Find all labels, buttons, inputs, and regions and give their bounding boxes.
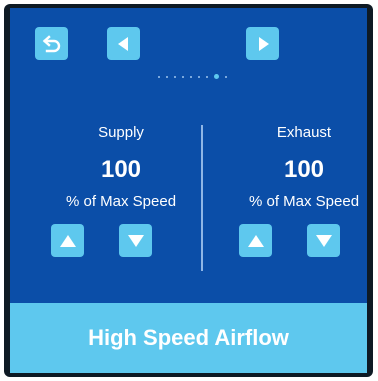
previous-page-button[interactable]: [107, 27, 140, 60]
back-button[interactable]: [35, 27, 68, 60]
control-panel: Supply 100 % of Max Speed Exhaust 100 % …: [10, 8, 367, 303]
next-page-button[interactable]: [246, 27, 279, 60]
triangle-down-icon: [315, 234, 332, 247]
page-dot: [182, 75, 184, 78]
back-arrow-icon: [42, 34, 60, 52]
triangle-up-icon: [247, 234, 264, 247]
page-indicator: [158, 74, 227, 79]
page-dot: [206, 75, 208, 78]
exhaust-increase-button[interactable]: [239, 224, 272, 257]
page-dot: [225, 75, 227, 78]
page-dot: [198, 75, 200, 78]
triangle-left-icon: [117, 36, 128, 51]
exhaust-unit: % of Max Speed: [248, 193, 360, 210]
supply-value: 100: [100, 156, 142, 183]
supply-label: Supply: [98, 124, 144, 141]
exhaust-label: Exhaust: [276, 124, 332, 141]
triangle-right-icon: [258, 36, 269, 51]
supply-increase-button[interactable]: [51, 224, 84, 257]
mode-label: High Speed Airflow: [88, 325, 289, 350]
page-dot: [190, 75, 192, 78]
exhaust-decrease-button[interactable]: [307, 224, 340, 257]
supply-decrease-button[interactable]: [119, 224, 152, 257]
page-dot: [174, 75, 176, 78]
supply-unit: % of Max Speed: [65, 193, 177, 210]
page-dot: [158, 75, 160, 78]
exhaust-value: 100: [283, 156, 325, 183]
screen: Supply 100 % of Max Speed Exhaust 100 % …: [10, 8, 367, 373]
triangle-up-icon: [59, 234, 76, 247]
mode-status-bar: High Speed Airflow: [10, 303, 367, 373]
page-dot: [166, 75, 168, 78]
triangle-down-icon: [127, 234, 144, 247]
device-frame: Supply 100 % of Max Speed Exhaust 100 % …: [4, 4, 373, 377]
column-divider: [201, 125, 203, 271]
page-dot-active: [214, 74, 219, 79]
